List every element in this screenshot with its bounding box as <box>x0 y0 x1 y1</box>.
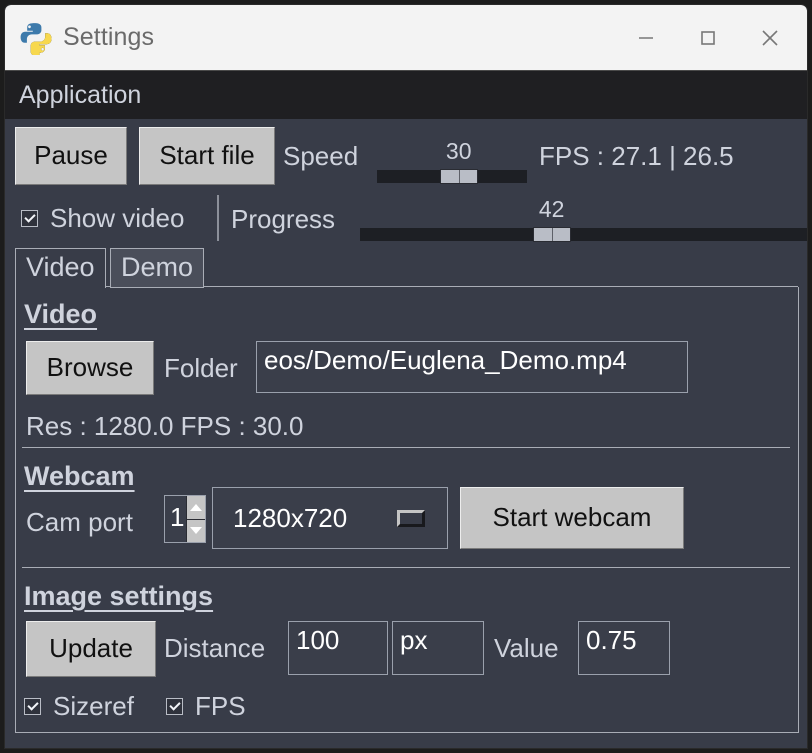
maximize-icon <box>701 30 715 45</box>
progress-slider-groove <box>360 228 807 241</box>
section-title-webcam: Webcam <box>24 461 135 491</box>
spinbox-arrows <box>186 496 205 542</box>
start-file-button[interactable]: Start file <box>139 127 275 185</box>
window-controls <box>615 5 807 70</box>
checkbox-icon <box>24 697 41 715</box>
window-title: Settings <box>63 23 155 51</box>
toolbar-separator <box>217 195 219 241</box>
python-logo-icon <box>20 22 52 55</box>
speed-slider-value: 30 <box>445 138 472 164</box>
section-divider <box>22 447 790 448</box>
close-button[interactable] <box>739 5 801 70</box>
checkbox-icon <box>21 209 38 227</box>
title-bar: Settings <box>5 5 807 70</box>
progress-toolbar: Show video Progress 42 <box>15 195 807 243</box>
speed-slider-handle[interactable] <box>439 169 478 184</box>
sizeref-checkbox[interactable]: Sizeref <box>24 693 134 719</box>
minimize-icon <box>639 36 653 39</box>
maximize-button[interactable] <box>677 5 739 70</box>
cam-port-spinbox[interactable]: 1 <box>164 495 206 543</box>
tab-demo[interactable]: Demo <box>110 248 205 288</box>
fps-checkbox-label: FPS <box>195 691 246 721</box>
folder-input[interactable]: eos/Demo/Euglena_Demo.mp4 <box>256 341 688 393</box>
dropdown-indicator-icon <box>397 509 425 527</box>
folder-label: Folder <box>164 353 238 383</box>
progress-slider-value: 42 <box>538 196 565 222</box>
spinbox-up-button[interactable] <box>187 496 205 520</box>
speed-label: Speed <box>283 141 359 171</box>
arrow-down-icon <box>190 527 202 535</box>
fps-checkbox[interactable]: FPS <box>166 693 246 719</box>
value-input[interactable]: 0.75 <box>578 621 670 675</box>
settings-window: Settings Application Pause Start file Sp… <box>4 4 808 749</box>
show-video-checkbox[interactable]: Show video <box>21 205 184 231</box>
pause-button[interactable]: Pause <box>15 127 127 185</box>
browse-button[interactable]: Browse <box>26 341 154 395</box>
section-title-video: Video <box>24 299 98 329</box>
menu-item-application[interactable]: Application <box>19 81 141 110</box>
progress-label: Progress <box>231 204 336 234</box>
progress-slider-handle[interactable] <box>532 227 571 242</box>
spinbox-down-button[interactable] <box>187 520 205 543</box>
video-info-label: Res : 1280.0 FPS : 30.0 <box>26 411 304 441</box>
minimize-button[interactable] <box>615 5 677 70</box>
playback-toolbar: Pause Start file Speed 30 FPS : 27.1 | 2… <box>15 127 799 187</box>
cam-port-value: 1 <box>170 502 185 532</box>
value-label: Value <box>494 633 559 663</box>
menu-bar: Application <box>5 70 807 119</box>
checkbox-icon <box>166 697 183 715</box>
show-video-label: Show video <box>50 203 185 233</box>
resolution-value: 1280x720 <box>233 502 348 533</box>
start-webcam-button[interactable]: Start webcam <box>460 487 684 549</box>
resolution-dropdown[interactable]: 1280x720 <box>212 487 448 549</box>
close-icon <box>762 29 778 46</box>
tab-video[interactable]: Video <box>15 248 106 288</box>
cam-port-label: Cam port <box>26 507 133 537</box>
video-tab-panel: Video Browse Folder eos/Demo/Euglena_Dem… <box>15 286 799 733</box>
section-divider <box>22 567 790 568</box>
distance-unit-input[interactable]: px <box>392 621 484 675</box>
arrow-up-icon <box>190 503 202 511</box>
update-button[interactable]: Update <box>26 621 156 677</box>
distance-label: Distance <box>164 633 266 663</box>
tab-bar: Video Demo <box>15 248 799 288</box>
distance-input[interactable]: 100 <box>288 621 388 675</box>
section-title-image-settings: Image settings <box>24 581 214 611</box>
sizeref-label: Sizeref <box>53 691 134 721</box>
fps-readout: FPS : 27.1 | 26.5 <box>539 141 734 171</box>
speed-slider[interactable]: 30 <box>377 133 527 184</box>
progress-slider[interactable]: 42 <box>360 196 807 242</box>
